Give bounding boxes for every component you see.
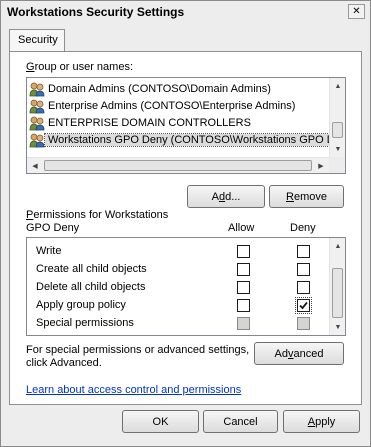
allow-checkbox[interactable] [237, 281, 250, 294]
permission-row: Create all child objects [27, 261, 330, 279]
allow-checkbox[interactable] [237, 299, 250, 312]
permissions-vertical-scrollbar[interactable]: ▲ ▼ [329, 238, 345, 335]
permission-name: Delete all child objects [36, 281, 146, 293]
list-item-selected[interactable]: Workstations GPO Deny (CONTOSO\Workstati… [29, 131, 336, 148]
group-or-user-names-label: Group or user names: [26, 61, 133, 73]
permission-row: Special permissions [27, 315, 330, 333]
scroll-left-icon[interactable]: ◀ [27, 158, 43, 173]
horizontal-scroll-thumb[interactable] [44, 160, 312, 171]
ok-button[interactable]: OK [122, 410, 199, 433]
user-list-vertical-scrollbar[interactable]: ▲ ▼ [329, 78, 345, 157]
deny-checkbox[interactable] [297, 281, 310, 294]
list-item[interactable]: Enterprise Admins (CONTOSO\Enterprise Ad… [29, 97, 333, 114]
user-name: Enterprise Admins (CONTOSO\Enterprise Ad… [48, 99, 296, 112]
list-item[interactable]: Domain Admins (CONTOSO\Domain Admins) [29, 80, 333, 97]
advanced-button[interactable]: Ad v anced [254, 342, 344, 365]
permissions-label-line2: GPO Deny [26, 222, 80, 234]
close-button[interactable]: ✕ [348, 4, 365, 19]
user-name: Domain Admins (CONTOSO\Domain Admins) [48, 82, 271, 95]
deny-checkbox-checked[interactable] [295, 297, 312, 314]
group-icon [29, 133, 45, 147]
list-item[interactable]: ENTERPRISE DOMAIN CONTROLLERS [29, 114, 333, 131]
group-icon [29, 82, 45, 96]
permission-name: Write [36, 245, 62, 257]
scroll-up-icon[interactable]: ▲ [330, 238, 345, 254]
scroll-down-icon[interactable]: ▼ [330, 141, 345, 157]
scroll-corner [329, 157, 345, 173]
scroll-up-icon[interactable]: ▲ [330, 78, 345, 94]
special-permissions-note-line1: For special permissions or advanced sett… [26, 344, 250, 356]
special-permissions-note-line2: click Advanced. [26, 357, 102, 369]
group-icon [29, 116, 45, 130]
deny-checkbox[interactable] [297, 263, 310, 276]
vertical-scroll-thumb[interactable] [332, 268, 343, 318]
deny-column-header: Deny [290, 222, 316, 234]
close-icon: ✕ [352, 5, 361, 17]
window-title: Workstations Security Settings [7, 5, 185, 19]
permission-row: Apply group policy [27, 297, 330, 315]
cancel-button[interactable]: Cancel [203, 410, 278, 433]
vertical-scroll-thumb[interactable] [332, 122, 343, 138]
allow-column-header: Allow [228, 222, 255, 234]
allow-checkbox[interactable] [237, 263, 250, 276]
permission-name: Apply group policy [36, 299, 126, 311]
security-settings-dialog: Workstations Security Settings ✕ Securit… [0, 0, 371, 447]
remove-button[interactable]: Remove [269, 185, 344, 208]
scroll-down-icon[interactable]: ▼ [330, 319, 345, 335]
allow-checkbox-disabled [237, 317, 250, 330]
permission-name: Create all child objects [36, 263, 147, 275]
user-list-horizontal-scrollbar[interactable]: ◀ ▶ [27, 157, 329, 173]
user-name: Workstations GPO Deny (CONTOSO\Workstati… [44, 132, 336, 147]
deny-checkbox[interactable] [297, 245, 310, 258]
permissions-list: Write Create all child objects Delete al… [26, 237, 346, 336]
deny-checkbox-disabled [297, 317, 310, 330]
apply-button[interactable]: Apply [283, 410, 360, 433]
allow-checkbox[interactable] [237, 245, 250, 258]
title-bar: Workstations Security Settings ✕ [1, 1, 370, 23]
tab-security-label: Security [18, 34, 58, 46]
permission-row: Delete all child objects [27, 279, 330, 297]
permissions-label: Permissions for Workstations [26, 209, 169, 221]
group-icon [29, 99, 45, 113]
permission-name: Special permissions [36, 317, 134, 329]
checkmark-icon [299, 301, 308, 310]
tab-security[interactable]: Security [9, 29, 65, 52]
permission-row: Write [27, 243, 330, 261]
user-name: ENTERPRISE DOMAIN CONTROLLERS [48, 116, 251, 129]
access-control-help-link[interactable]: Learn about access control and permissio… [26, 384, 241, 396]
group-or-user-list[interactable]: Domain Admins (CONTOSO\Domain Admins) En… [26, 77, 346, 174]
scroll-right-icon[interactable]: ▶ [313, 158, 329, 173]
add-button[interactable]: Ad d... [187, 185, 265, 208]
